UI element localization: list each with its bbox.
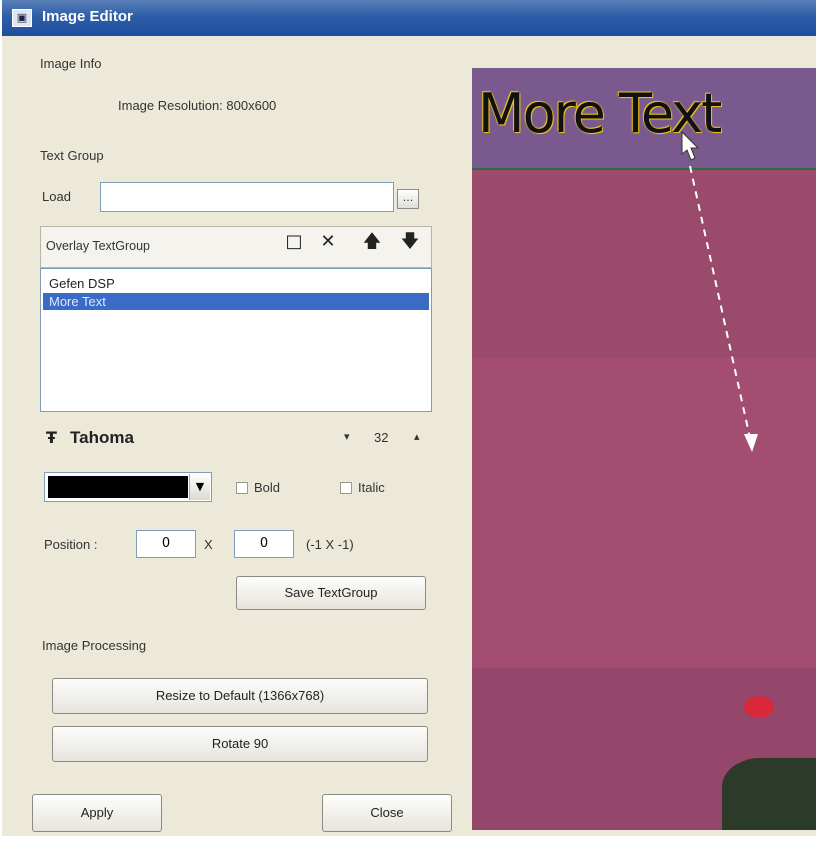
bold-checkbox[interactable] bbox=[236, 482, 248, 494]
drag-arrow-icon bbox=[681, 130, 758, 452]
close-button[interactable]: Close bbox=[322, 794, 452, 832]
position-y-input[interactable]: 0 bbox=[234, 530, 294, 558]
color-dropdown[interactable]: ▼ bbox=[44, 472, 212, 502]
preview-band bbox=[472, 358, 816, 668]
list-item-more-text[interactable]: More Text bbox=[43, 293, 429, 310]
font-type-icon: Ŧ bbox=[46, 428, 57, 447]
font-size-value[interactable]: 32 bbox=[374, 430, 388, 445]
resize-to-default-button[interactable]: Resize to Default (1366x768) bbox=[52, 678, 428, 714]
position-label: Position : bbox=[44, 537, 98, 552]
font-name[interactable]: Tahoma bbox=[70, 428, 134, 448]
italic-label: Italic bbox=[358, 480, 385, 495]
title-bar: ▣ Image Editor bbox=[2, 0, 816, 36]
delete-icon[interactable]: ✕ bbox=[318, 232, 338, 252]
font-size-increase-icon[interactable]: ▴ bbox=[414, 430, 420, 443]
list-item-gefen-dsp[interactable]: Gefen DSP bbox=[43, 275, 429, 292]
position-x-input[interactable]: 0 bbox=[136, 530, 196, 558]
position-separator: X bbox=[204, 537, 213, 552]
image-preview[interactable]: More Text bbox=[472, 68, 816, 830]
save-textgroup-button[interactable]: Save TextGroup bbox=[236, 576, 426, 610]
image-editor-window: ▣ Image Editor Image Info Image Resoluti… bbox=[2, 0, 816, 836]
image-resolution-label: Image Resolution: 800x600 bbox=[118, 98, 277, 113]
move-up-icon[interactable]: 🡅 bbox=[362, 232, 382, 252]
browse-button[interactable]: ... bbox=[397, 189, 419, 209]
rotate-button[interactable]: Rotate 90 bbox=[52, 726, 428, 762]
leaf-shape bbox=[722, 758, 816, 830]
textgroup-list[interactable]: Gefen DSP More Text bbox=[40, 268, 432, 412]
overlay-textgroup-label: Overlay TextGroup bbox=[46, 239, 150, 253]
new-icon[interactable]: □ bbox=[284, 232, 304, 252]
load-input[interactable] bbox=[100, 182, 394, 212]
bold-label: Bold bbox=[254, 480, 281, 495]
apply-button[interactable]: Apply bbox=[32, 794, 162, 832]
flower-shape bbox=[744, 696, 774, 718]
chevron-down-icon[interactable]: ▼ bbox=[189, 474, 210, 500]
window-title: Image Editor bbox=[42, 8, 133, 25]
color-swatch bbox=[48, 476, 188, 498]
image-processing-section-label: Image Processing bbox=[42, 638, 147, 653]
position-hint: (-1 X -1) bbox=[306, 537, 354, 552]
image-editor-icon: ▣ bbox=[12, 9, 32, 27]
italic-checkbox[interactable] bbox=[340, 482, 352, 494]
preview-band bbox=[472, 178, 816, 358]
text-overlay-strip: More Text bbox=[472, 68, 816, 170]
move-down-icon[interactable]: 🡇 bbox=[400, 232, 420, 252]
image-info-section-label: Image Info bbox=[40, 56, 102, 71]
load-label: Load bbox=[42, 189, 71, 204]
font-size-decrease-icon[interactable]: ▾ bbox=[344, 430, 350, 443]
text-group-section-label: Text Group bbox=[40, 148, 104, 163]
